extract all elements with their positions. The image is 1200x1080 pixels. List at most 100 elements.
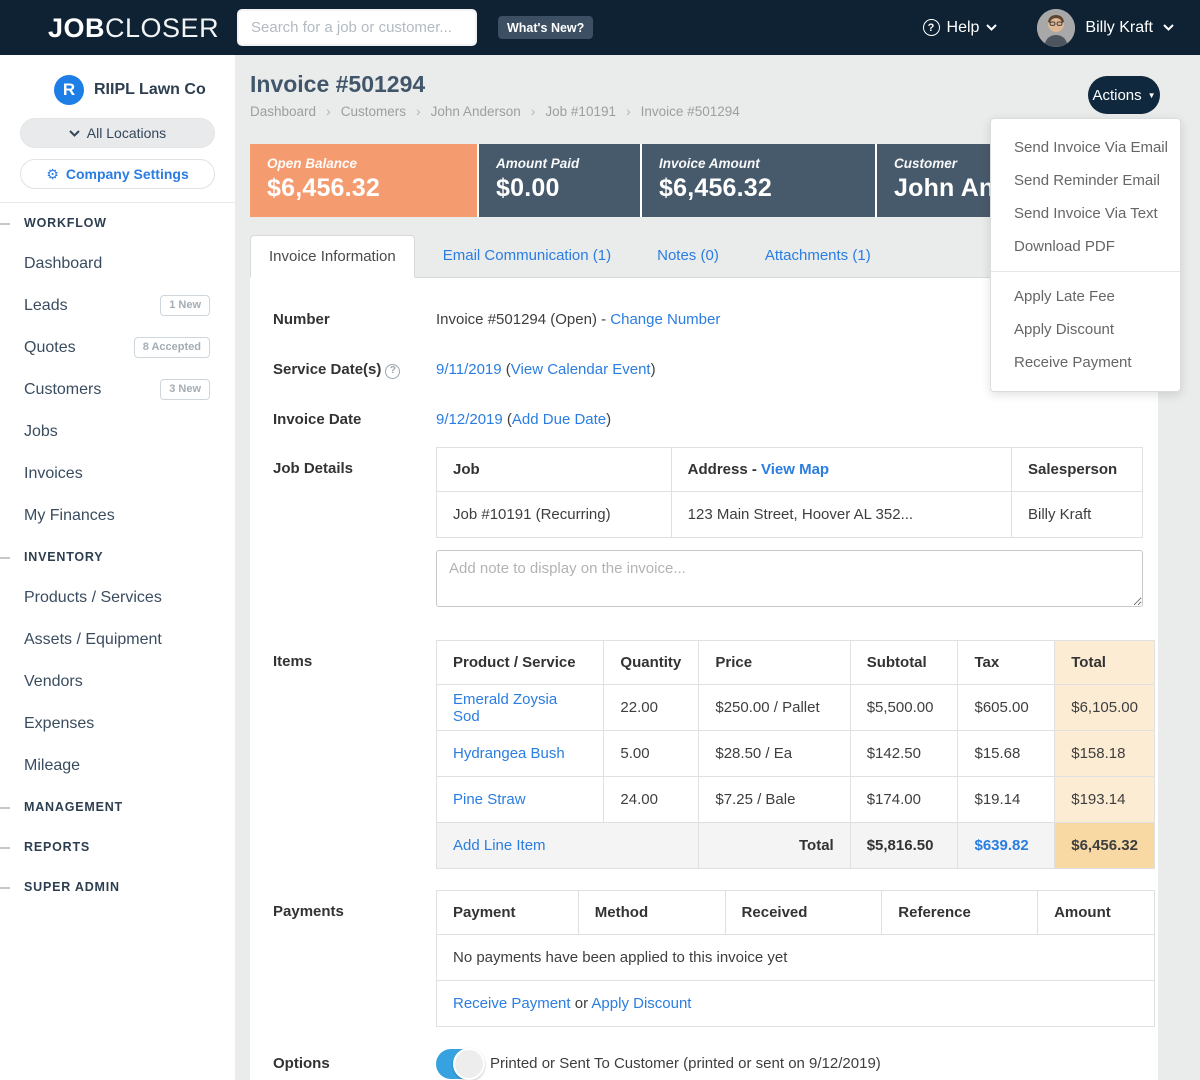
item-total-cell: $193.14 bbox=[1055, 777, 1155, 823]
item-name-link[interactable]: Emerald Zoysia Sod bbox=[453, 691, 557, 725]
help-label: Help bbox=[947, 19, 980, 37]
breadcrumb-invoice: Invoice #501294 bbox=[641, 104, 740, 119]
items-header-quantity: Quantity bbox=[604, 641, 699, 685]
sidebar-item-quotes[interactable]: Quotes8 Accepted bbox=[0, 327, 235, 369]
sidebar-item-vendors[interactable]: Vendors bbox=[0, 661, 235, 703]
search-input[interactable] bbox=[237, 9, 477, 46]
sidebar-item-leads[interactable]: Leads1 New bbox=[0, 285, 235, 327]
app-logo[interactable]: JOBCLOSER bbox=[48, 13, 219, 44]
company-logo-icon: R bbox=[54, 75, 84, 105]
whats-new-button[interactable]: What's New? bbox=[498, 16, 593, 39]
menu-item-send-invoice-via-email[interactable]: Send Invoice Via Email bbox=[991, 131, 1180, 164]
stat-label: Open Balance bbox=[267, 156, 460, 171]
sidebar-item-mileage[interactable]: Mileage bbox=[0, 745, 235, 787]
item-row: Emerald Zoysia Sod 22.00 $250.00 / Palle… bbox=[437, 685, 1155, 731]
menu-item-download-pdf[interactable]: Download PDF bbox=[991, 230, 1180, 263]
options-label: Options bbox=[250, 1049, 436, 1079]
view-map-link[interactable]: View Map bbox=[761, 461, 829, 478]
breadcrumb-customers[interactable]: Customers bbox=[341, 104, 406, 119]
sidebar-item-expenses[interactable]: Expenses bbox=[0, 703, 235, 745]
breadcrumb-dashboard[interactable]: Dashboard bbox=[250, 104, 316, 119]
section-dash-icon bbox=[0, 557, 10, 559]
invoice-date-value: 9/12/2019 (Add Due Date) bbox=[436, 405, 611, 435]
items-header-total: Total bbox=[1055, 641, 1155, 685]
sidebar-item-dashboard[interactable]: Dashboard bbox=[0, 243, 235, 285]
tab-email-communication[interactable]: Email Communication (1) bbox=[425, 234, 629, 277]
all-locations-selector[interactable]: All Locations bbox=[20, 118, 215, 148]
menu-item-apply-late-fee[interactable]: Apply Late Fee bbox=[991, 280, 1180, 313]
menu-item-send-invoice-via-text[interactable]: Send Invoice Via Text bbox=[991, 197, 1180, 230]
sidebar-section-workflow[interactable]: WORKFLOW bbox=[0, 203, 235, 243]
sidebar-item-my-finances[interactable]: My Finances bbox=[0, 495, 235, 537]
item-qty-cell: 5.00 bbox=[604, 731, 699, 777]
chevron-down-icon bbox=[1163, 24, 1174, 31]
invoice-date-row: Invoice Date 9/12/2019 (Add Due Date) bbox=[250, 405, 1158, 435]
item-tax-cell: $19.14 bbox=[958, 777, 1055, 823]
item-price-cell: $7.25 / Bale bbox=[699, 777, 850, 823]
footer-subtotal: $5,816.50 bbox=[850, 823, 958, 869]
address-cell: 123 Main Street, Hoover AL 352... bbox=[671, 492, 1011, 538]
breadcrumb-job[interactable]: Job #10191 bbox=[545, 104, 616, 119]
sidebar-section-reports[interactable]: REPORTS bbox=[0, 827, 235, 867]
user-name: Billy Kraft bbox=[1085, 19, 1153, 37]
tab-attachments[interactable]: Attachments (1) bbox=[747, 234, 889, 277]
items-section: Items Product / Service Quantity Price S… bbox=[250, 640, 1158, 869]
tab-notes[interactable]: Notes (0) bbox=[639, 234, 737, 277]
tab-invoice-information[interactable]: Invoice Information bbox=[250, 235, 415, 278]
user-menu[interactable]: Billy Kraft bbox=[1037, 9, 1174, 47]
receive-payment-link[interactable]: Receive Payment bbox=[453, 995, 571, 1012]
menu-item-receive-payment[interactable]: Receive Payment bbox=[991, 346, 1180, 379]
printed-sent-toggle[interactable] bbox=[436, 1049, 482, 1079]
invoice-number-text: Invoice #501294 (Open) - bbox=[436, 311, 606, 328]
customers-badge: 3 New bbox=[160, 379, 210, 400]
help-menu[interactable]: ? Help bbox=[923, 19, 998, 37]
service-date-link[interactable]: 9/11/2019 bbox=[436, 361, 502, 378]
sidebar-section-management[interactable]: MANAGEMENT bbox=[0, 787, 235, 827]
item-name-link[interactable]: Pine Straw bbox=[453, 791, 526, 808]
chevron-down-icon bbox=[69, 130, 80, 137]
items-header-subtotal: Subtotal bbox=[850, 641, 958, 685]
sidebar-section-super-admin[interactable]: SUPER ADMIN bbox=[0, 867, 235, 907]
sidebar-item-products-services[interactable]: Products / Services bbox=[0, 577, 235, 619]
paren-close: ) bbox=[651, 361, 656, 378]
item-name-link[interactable]: Hydrangea Bush bbox=[453, 745, 565, 762]
sidebar-section-inventory[interactable]: INVENTORY bbox=[0, 537, 235, 577]
service-date-label: Service Date(s)? bbox=[250, 355, 436, 385]
options-section: Options Printed or Sent To Customer (pri… bbox=[250, 1049, 1158, 1079]
footer-tax-link[interactable]: $639.82 bbox=[974, 837, 1028, 854]
logo-light: CLOSER bbox=[105, 13, 219, 43]
add-due-date-link[interactable]: Add Due Date bbox=[512, 411, 606, 428]
sidebar-item-jobs[interactable]: Jobs bbox=[0, 411, 235, 453]
items-footer-row: Add Line Item Total $5,816.50 $639.82 $6… bbox=[437, 823, 1155, 869]
item-total-cell: $6,105.00 bbox=[1055, 685, 1155, 731]
change-number-link[interactable]: Change Number bbox=[610, 311, 720, 328]
menu-item-send-reminder-email[interactable]: Send Reminder Email bbox=[991, 164, 1180, 197]
topbar-right: ? Help Billy Kraft bbox=[923, 0, 1174, 55]
payments-header-row: Payment Method Received Reference Amount bbox=[437, 891, 1155, 935]
number-label: Number bbox=[250, 305, 436, 335]
help-question-icon[interactable]: ? bbox=[385, 364, 400, 379]
section-dash-icon bbox=[0, 847, 10, 849]
item-subtotal-cell: $5,500.00 bbox=[850, 685, 958, 731]
add-line-item-link[interactable]: Add Line Item bbox=[453, 837, 546, 854]
menu-item-apply-discount[interactable]: Apply Discount bbox=[991, 313, 1180, 346]
invoice-note-input[interactable] bbox=[436, 550, 1143, 607]
view-calendar-event-link[interactable]: View Calendar Event bbox=[511, 361, 651, 378]
avatar-portrait-icon bbox=[1037, 9, 1075, 47]
company-settings-button[interactable]: ⚙ Company Settings bbox=[20, 159, 215, 189]
stat-amount-paid: Amount Paid $0.00 bbox=[479, 144, 642, 217]
apply-discount-link[interactable]: Apply Discount bbox=[591, 995, 691, 1012]
invoice-date-link[interactable]: 9/12/2019 bbox=[436, 411, 503, 428]
breadcrumb-customer-name[interactable]: John Anderson bbox=[431, 104, 521, 119]
stat-value: $0.00 bbox=[496, 174, 623, 203]
payments-table: Payment Method Received Reference Amount… bbox=[436, 890, 1155, 1027]
breadcrumb-separator: › bbox=[531, 103, 536, 119]
payments-label: Payments bbox=[250, 890, 436, 1027]
sidebar-item-customers[interactable]: Customers3 New bbox=[0, 369, 235, 411]
sidebar-item-assets-equipment[interactable]: Assets / Equipment bbox=[0, 619, 235, 661]
breadcrumb-separator: › bbox=[326, 103, 331, 119]
job-details-label: Job Details bbox=[250, 447, 436, 612]
sidebar-item-invoices[interactable]: Invoices bbox=[0, 453, 235, 495]
actions-button[interactable]: Actions ▼ bbox=[1088, 76, 1160, 114]
payments-header-received: Received bbox=[725, 891, 882, 935]
